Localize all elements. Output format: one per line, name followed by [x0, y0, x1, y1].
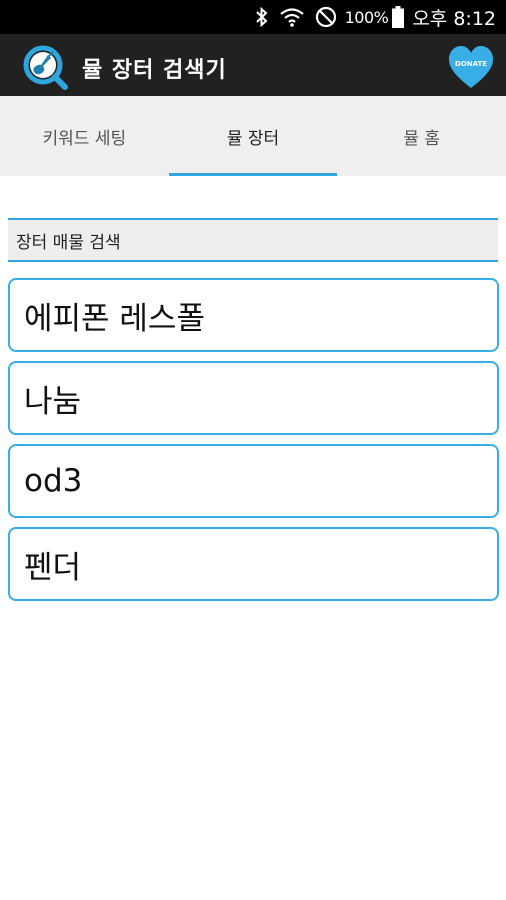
tab-label: 뮬 홈	[403, 128, 441, 149]
search-guitar-icon	[22, 44, 68, 90]
keyword-button-nanum[interactable]: 나눔	[8, 361, 499, 435]
keyword-label: od3	[24, 463, 83, 499]
keyword-label: 펜더	[24, 549, 82, 586]
tab-mule-home[interactable]: 뮬 홈	[337, 96, 506, 176]
tab-mule-market[interactable]: 뮬 장터	[168, 96, 338, 176]
keyword-label: 에피폰 레스폴	[24, 300, 205, 337]
section-header: 장터 매물 검색	[8, 218, 498, 262]
keyword-button-fender[interactable]: 펜더	[8, 527, 499, 601]
battery-icon	[392, 6, 405, 28]
app-bar: 뮬 장터 검색기 DONATE	[0, 34, 506, 96]
tab-label: 뮬 장터	[226, 128, 280, 149]
bluetooth-icon	[255, 7, 269, 27]
wifi-icon	[279, 7, 305, 27]
donate-label: DONATE	[454, 60, 488, 68]
tab-bar: 키워드 세팅 뮬 장터 뮬 홈	[0, 96, 506, 176]
tab-label: 키워드 세팅	[42, 128, 127, 149]
donate-button[interactable]: DONATE	[447, 44, 495, 92]
battery-percent: 100%	[344, 7, 389, 27]
tab-keyword-settings[interactable]: 키워드 세팅	[0, 96, 169, 176]
status-time: 오후 8:12	[412, 7, 496, 30]
keyword-button-od3[interactable]: od3	[8, 444, 499, 518]
keyword-button-epiphone-lespaul[interactable]: 에피폰 레스폴	[8, 278, 499, 352]
section-title: 장터 매물 검색	[16, 232, 121, 253]
app-title: 뮬 장터 검색기	[82, 58, 227, 83]
heart-icon	[449, 46, 493, 88]
keyword-label: 나눔	[24, 383, 82, 420]
do-not-disturb-icon	[315, 6, 337, 28]
status-bar: 100% 오후 8:12	[0, 0, 506, 34]
